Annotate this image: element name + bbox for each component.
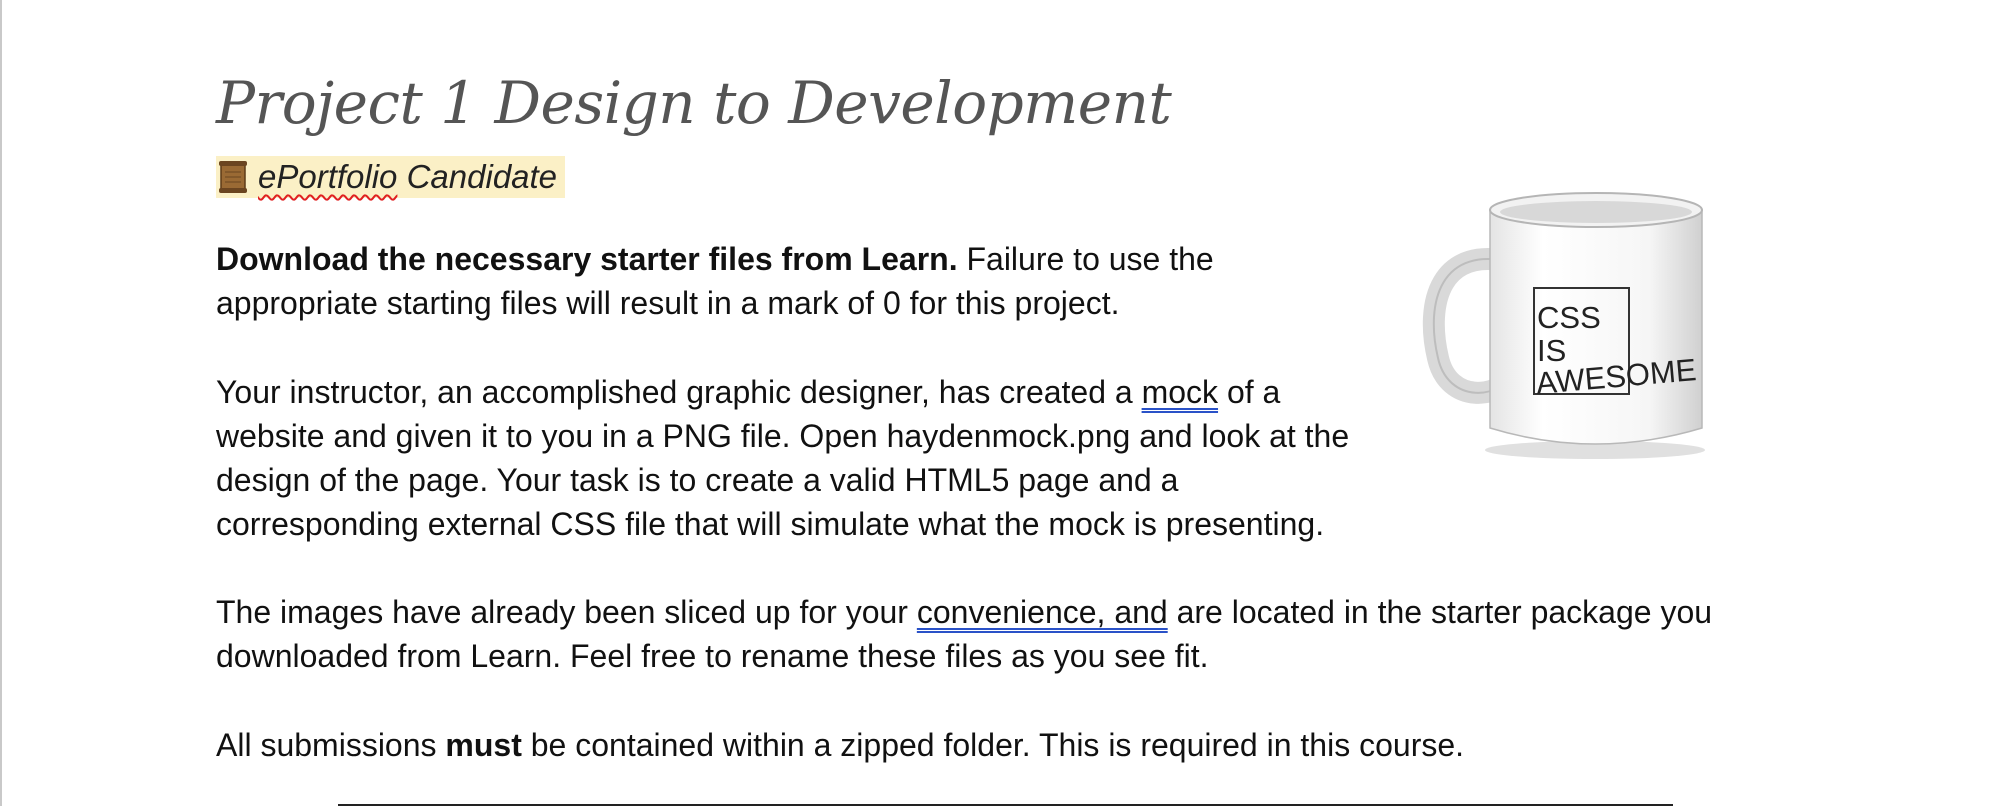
mock-underlined-word[interactable]: mock	[1142, 374, 1218, 410]
css-is-awesome-mug-image: CSS IS AWESOME	[1422, 192, 1705, 459]
bold-must: must	[445, 727, 522, 763]
misspelled-word[interactable]: ePortfolio	[258, 158, 397, 195]
paragraph-line: website and given it to you in a PNG fil…	[216, 418, 1350, 454]
paragraph-submissions: All submissions must be contained within…	[216, 723, 1464, 767]
paragraph-line: downloaded from Learn. Feel free to rena…	[216, 638, 1209, 674]
paragraph-line: All submissions must be contained within…	[216, 727, 1465, 763]
tag-label: ePortfolio Candidate	[258, 158, 558, 195]
eportfolio-tag[interactable]: ePortfolio Candidate	[216, 156, 566, 198]
paragraph-line: Download the necessary starter files fro…	[216, 241, 1214, 277]
page-left-border	[0, 0, 2, 806]
paragraph-line: appropriate starting files will result i…	[216, 285, 1120, 321]
paragraph-download: Download the necessary starter files fro…	[216, 237, 1214, 325]
mug-text-line: CSS	[1537, 300, 1601, 335]
paragraph-line: design of the page. Your task is to crea…	[216, 462, 1179, 498]
convenience-underlined-phrase[interactable]: convenience, and	[917, 594, 1168, 630]
document-title: Project 1 Design to Development	[216, 69, 1172, 137]
bold-instruction: Download the necessary starter files fro…	[216, 241, 958, 277]
paragraph-images: The images have already been sliced up f…	[216, 590, 1712, 678]
paragraph-instructor: Your instructor, an accomplished graphic…	[216, 370, 1349, 546]
paragraph-line: Your instructor, an accomplished graphic…	[216, 374, 1281, 410]
scroll-icon	[219, 161, 247, 193]
paragraph-line: The images have already been sliced up f…	[216, 594, 1713, 630]
paragraph-line: corresponding external CSS file that wil…	[216, 506, 1325, 542]
